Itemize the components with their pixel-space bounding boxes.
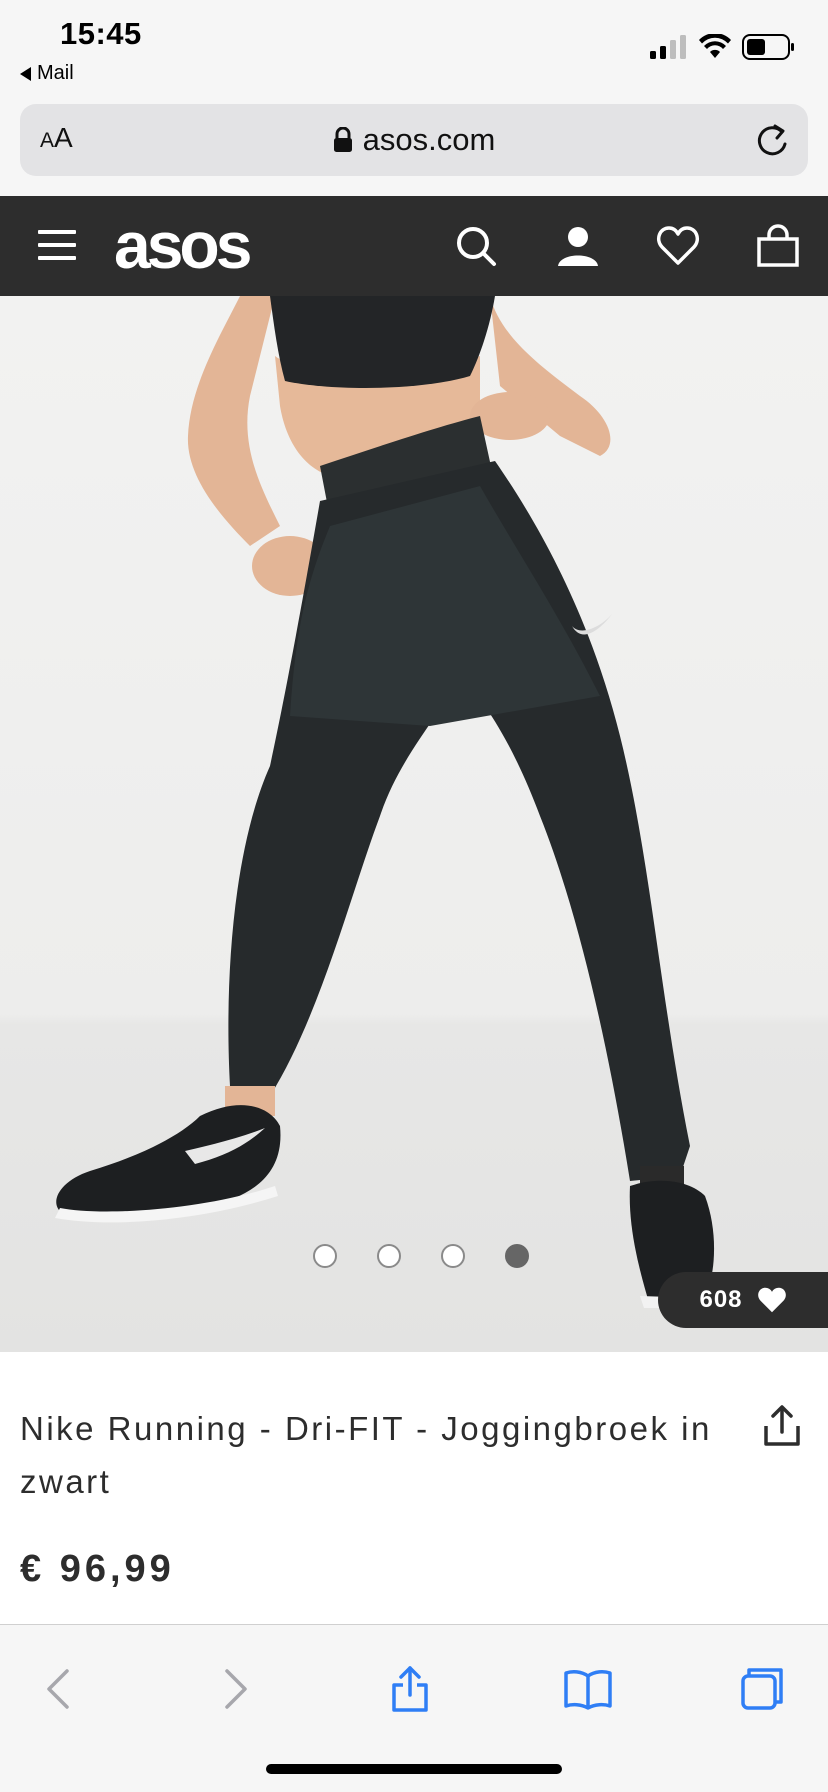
tabs-button[interactable] [734,1661,790,1717]
forward-button[interactable] [208,1661,264,1717]
back-app-label: Mail [37,62,74,84]
wishlist-heart-icon[interactable] [656,224,700,268]
heart-filled-icon [757,1287,786,1313]
product-photo-illustration [55,296,715,1308]
pagination-dot-4-active[interactable] [505,1244,529,1268]
product-price: € 96,99 [20,1548,175,1590]
product-title: Nike Running - Dri-FIT - Joggingbroek in… [20,1410,712,1500]
wifi-icon [699,34,731,58]
site-header: asos [0,196,828,296]
bookmarks-icon [564,1670,612,1710]
product-image[interactable] [0,296,828,1352]
share-product-button[interactable] [762,1404,802,1453]
lock-icon [333,127,352,152]
reload-button[interactable] [756,122,790,163]
saved-count: 608 [699,1286,743,1313]
home-indicator[interactable] [266,1764,562,1774]
shopping-bag-icon[interactable] [756,224,800,268]
status-icons [650,34,796,60]
pagination-dot-2[interactable] [377,1244,401,1268]
address-bar[interactable]: AA asos.com [20,104,808,176]
status-time: 15:45 [60,16,142,51]
back-to-mail-link[interactable]: Mail [20,62,74,85]
search-icon[interactable] [454,224,498,268]
tabs-icon [741,1668,783,1710]
pagination-dot-1[interactable] [313,1244,337,1268]
share-icon [764,1405,800,1446]
back-button[interactable] [30,1661,86,1717]
back-triangle-icon [20,66,31,81]
url-text: asos.com [362,122,496,157]
image-pagination [0,1244,828,1268]
share-page-button[interactable] [382,1661,438,1717]
url-display[interactable]: asos.com [20,122,808,158]
account-icon[interactable] [556,224,600,268]
bookmarks-button[interactable] [560,1661,616,1717]
back-icon [47,1669,69,1709]
cellular-signal-icon [650,35,686,59]
menu-icon[interactable] [38,230,76,260]
share-icon [392,1666,428,1712]
status-bar: 15:45 Mail [0,0,828,100]
reload-icon [757,124,787,156]
pagination-dot-3[interactable] [441,1244,465,1268]
asos-logo[interactable]: asos [114,210,252,280]
browser-address-area: AA asos.com [0,100,828,196]
saved-count-badge[interactable]: 608 [658,1272,828,1328]
forward-icon [225,1669,247,1709]
battery-icon [742,34,794,60]
